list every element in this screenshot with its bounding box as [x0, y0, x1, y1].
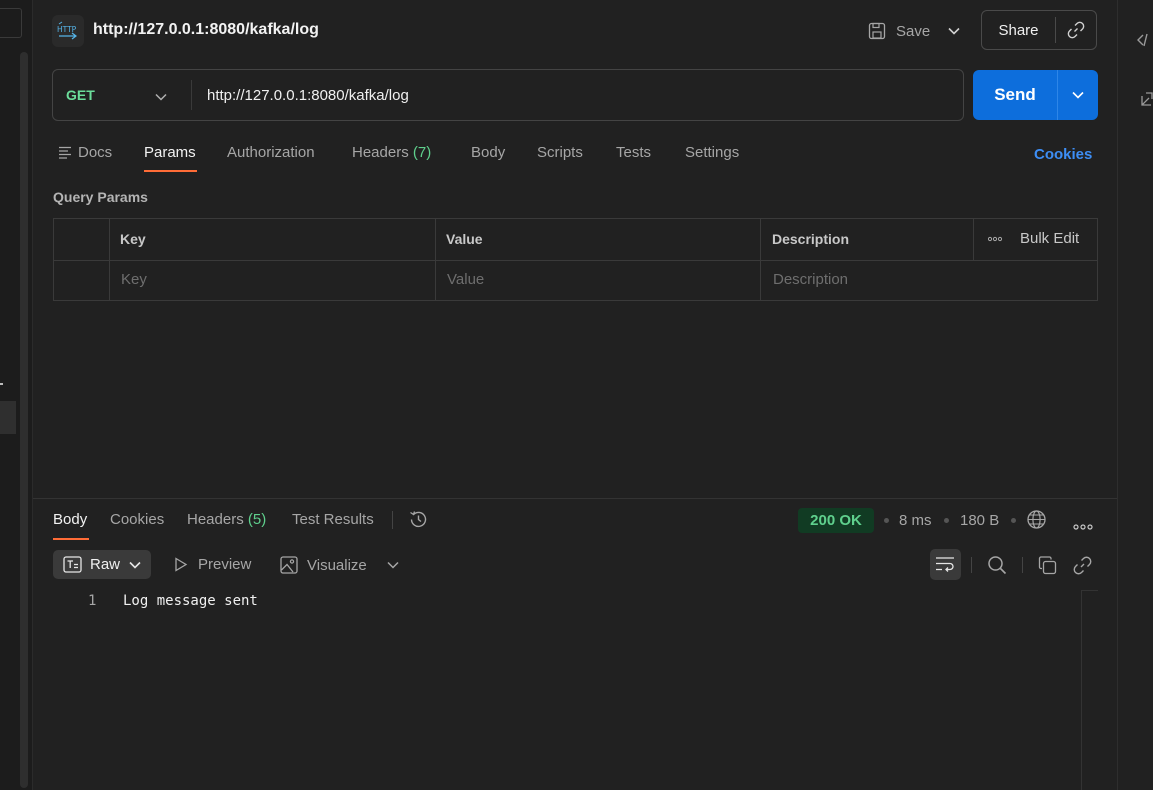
copy-icon[interactable]: [1038, 556, 1057, 579]
tab-headers[interactable]: Headers (7): [352, 144, 431, 161]
bulk-edit-button[interactable]: Bulk Edit: [988, 230, 1079, 247]
save-button[interactable]: Save: [864, 14, 968, 48]
expand-icon[interactable]: [1140, 91, 1153, 111]
preview-label: Preview: [198, 556, 252, 573]
wrap-icon: [935, 556, 956, 573]
globe-icon[interactable]: [1026, 509, 1047, 534]
response-time[interactable]: 8 ms: [899, 512, 932, 529]
history-icon[interactable]: [408, 509, 429, 534]
request-title[interactable]: http://127.0.0.1:8080/kafka/log: [93, 21, 319, 39]
code-icon[interactable]: [1137, 32, 1153, 52]
response-tab-body[interactable]: Body: [53, 511, 87, 528]
method-select[interactable]: GET: [66, 87, 95, 103]
toolbar-divider: [1022, 557, 1023, 573]
sidebar-scrollbar[interactable]: [20, 52, 28, 788]
response-tab-headers-label: Headers: [187, 511, 244, 528]
tab-settings[interactable]: Settings: [685, 144, 739, 161]
link-icon[interactable]: [1056, 21, 1096, 39]
line-number: 1: [88, 593, 97, 609]
sidebar-mark: [0, 383, 3, 385]
raw-icon: [63, 556, 82, 573]
separator-dot: [884, 518, 889, 523]
send-button[interactable]: Send: [973, 70, 1098, 120]
response-active-tab-indicator: [53, 538, 89, 540]
share-button[interactable]: Share: [981, 10, 1097, 50]
http-icon: HTTP: [52, 15, 84, 47]
response-body-line[interactable]: Log message sent: [123, 593, 258, 609]
docs-icon: [58, 146, 72, 163]
tab-body[interactable]: Body: [471, 144, 505, 161]
tab-scripts[interactable]: Scripts: [537, 144, 583, 161]
save-icon: [868, 22, 886, 40]
separator-dot: [1011, 518, 1016, 523]
sidebar-edge: [0, 0, 33, 790]
response-tab-test-results[interactable]: Test Results: [292, 511, 374, 528]
cookies-link[interactable]: Cookies: [1034, 146, 1092, 163]
pane-resize-handle[interactable]: [33, 498, 1117, 499]
active-tab-indicator: [144, 170, 197, 172]
response-scrollbar[interactable]: [1081, 590, 1098, 790]
tab-docs[interactable]: Docs: [78, 144, 112, 161]
bulk-edit-label: Bulk Edit: [1020, 230, 1080, 247]
chevron-down-icon: [129, 561, 141, 569]
tab-authorization[interactable]: Authorization: [227, 144, 315, 161]
tab-tests[interactable]: Tests: [616, 144, 651, 161]
param-description-input[interactable]: [773, 271, 1073, 288]
separator-dot: [944, 518, 949, 523]
tab-headers-label: Headers: [352, 144, 409, 161]
more-icon: [988, 236, 1002, 242]
search-icon[interactable]: [987, 555, 1007, 579]
visualize-label: Visualize: [307, 556, 367, 574]
response-tab-headers[interactable]: Headers (5): [187, 511, 266, 528]
send-label: Send: [994, 85, 1036, 104]
response-headers-count: (5): [247, 511, 267, 528]
toolbar-divider: [971, 557, 972, 573]
response-size[interactable]: 180 B: [960, 512, 999, 529]
save-label: Save: [896, 22, 931, 40]
param-value-input[interactable]: [447, 271, 747, 288]
play-icon: [174, 557, 188, 572]
image-icon: [280, 556, 298, 574]
sidebar-selected-item[interactable]: [0, 401, 16, 434]
tab-divider: [392, 511, 393, 529]
sidebar-box: [0, 8, 22, 38]
wrap-lines-button[interactable]: [930, 549, 961, 580]
format-select[interactable]: Raw: [53, 550, 151, 579]
tab-params[interactable]: Params: [144, 144, 196, 161]
chevron-down-icon[interactable]: [387, 561, 399, 569]
column-header-description: Description: [772, 231, 850, 247]
visualize-button[interactable]: Visualize: [280, 556, 399, 574]
format-label: Raw: [90, 556, 121, 573]
query-params-title: Query Params: [53, 189, 148, 205]
response-tab-cookies[interactable]: Cookies: [110, 511, 164, 528]
headers-count: (7): [412, 144, 432, 161]
column-header-key: Key: [120, 231, 146, 247]
chevron-down-icon[interactable]: [1058, 91, 1098, 99]
chevron-down-icon[interactable]: [948, 27, 960, 35]
status-badge[interactable]: 200 OK: [798, 508, 874, 533]
right-sidebar: [1117, 0, 1153, 790]
http-icon-text: HTTP: [57, 25, 77, 34]
link-icon[interactable]: [1073, 556, 1092, 579]
column-header-value: Value: [446, 231, 483, 247]
url-divider: [191, 80, 192, 110]
chevron-down-icon[interactable]: [155, 88, 167, 105]
preview-button[interactable]: Preview: [174, 556, 251, 573]
more-icon[interactable]: [1073, 517, 1093, 534]
param-key-input[interactable]: [121, 271, 421, 288]
params-table: Key Value Description Bulk Edit: [53, 218, 1098, 301]
share-label: Share: [998, 21, 1039, 39]
url-input[interactable]: [207, 85, 907, 105]
